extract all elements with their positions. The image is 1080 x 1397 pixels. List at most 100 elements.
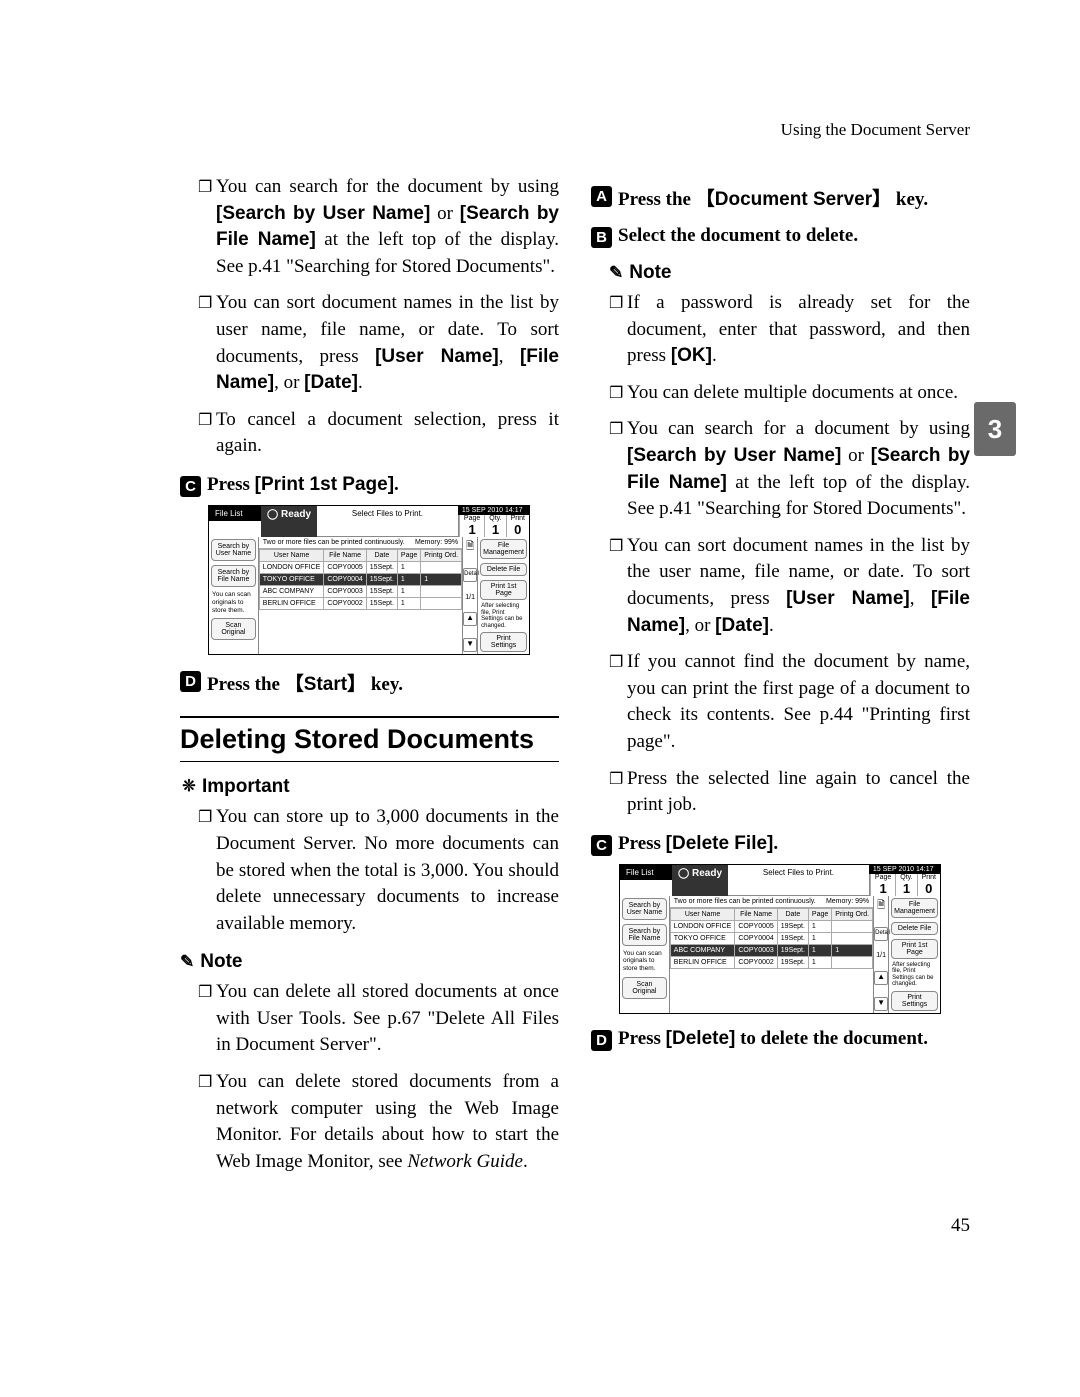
bullet-text: You can sort document names in the list …: [627, 533, 970, 639]
screenshot-delete-file: File List ◯ Ready Select Files to Print.…: [619, 864, 941, 1014]
print-settings-button[interactable]: Print Settings: [891, 991, 938, 1011]
bullet-text: You can search for the document by using…: [216, 174, 559, 280]
delete-file-button[interactable]: Delete File: [891, 922, 938, 935]
bullet-item: ❐ You can sort document names in the lis…: [609, 533, 970, 639]
ss-tab: File List: [209, 506, 261, 521]
chapter-tab: 3: [974, 402, 1016, 456]
square-bullet-icon: ❐: [609, 293, 627, 370]
table-row[interactable]: BERLIN OFFICECOPY000219Sept.1: [670, 956, 872, 968]
scroll-up-icon[interactable]: ▲: [874, 971, 888, 985]
step-a: A Press the Document Server key.: [591, 184, 970, 211]
step-d: D Press [Delete] to delete the document.: [591, 1028, 970, 1051]
bullet-item: ❐ To cancel a document selection, press …: [198, 407, 559, 460]
scan-hint: You can scan originals to store them.: [620, 948, 669, 975]
bullet-text: You can delete multiple documents at onc…: [627, 380, 970, 407]
search-file-name-button[interactable]: Search by File Name: [622, 924, 667, 946]
search-file-name-button[interactable]: Search by File Name: [211, 565, 256, 587]
table-row[interactable]: BERLIN OFFICECOPY000215Sept.1: [259, 597, 461, 609]
bullet-text: You can delete all stored documents at o…: [216, 979, 559, 1059]
square-bullet-icon: ❐: [609, 419, 627, 522]
bullet-item: ❐ If you cannot find the document by nam…: [609, 649, 970, 755]
bullet-item: ❐ If a password is already set for the d…: [609, 290, 970, 370]
bullet-text: To cancel a document selection, press it…: [216, 407, 559, 460]
page-header: Using the Document Server: [180, 120, 970, 140]
page-indicator: 1/1: [465, 594, 475, 601]
print-settings-note: After selecting file, Print Settings can…: [478, 602, 529, 630]
ss-date: 15 SEP 2010 14:17: [458, 506, 529, 515]
step-number-icon: D: [591, 1030, 612, 1051]
page-number: 45: [180, 1215, 970, 1237]
search-user-name-button[interactable]: Search by User Name: [622, 898, 667, 920]
right-column: A Press the Document Server key. B Selec…: [591, 170, 970, 1185]
ss-title: Select Files to Print.: [317, 506, 458, 537]
print-settings-button[interactable]: Print Settings: [480, 632, 527, 652]
square-bullet-icon: ❐: [198, 982, 216, 1059]
bullet-item: ❐ You can store up to 3,000 documents in…: [198, 804, 559, 937]
section-heading: Deleting Stored Documents: [180, 716, 559, 762]
important-heading: ❊Important: [180, 776, 559, 798]
note-icon: ✎: [609, 263, 623, 283]
bullet-item: ❐ You can delete all stored documents at…: [198, 979, 559, 1059]
ready-indicator: ◯ Ready: [261, 506, 317, 537]
bullet-item: ❐ Press the selected line again to cance…: [609, 766, 970, 819]
square-bullet-icon: ❐: [198, 410, 216, 460]
print-1st-page-button[interactable]: Print 1st Page: [480, 580, 527, 600]
table-row[interactable]: ABC COMPANYCOPY000319Sept.11: [670, 944, 872, 956]
bullet-item: ❐ You can delete stored documents from a…: [198, 1069, 559, 1175]
table-row[interactable]: LONDON OFFICECOPY000515Sept.1: [259, 561, 461, 573]
step-number-icon: D: [180, 671, 201, 692]
ready-indicator: ◯ Ready: [672, 865, 728, 896]
bullet-item: ❐ You can search for the document by usi…: [198, 174, 559, 280]
table-row[interactable]: TOKYO OFFICECOPY000415Sept.11: [259, 573, 461, 585]
scroll-down-icon[interactable]: ▼: [463, 638, 477, 652]
print-1st-page-button[interactable]: Print 1st Page: [891, 939, 938, 959]
step-number-icon: C: [180, 476, 201, 497]
step-number-icon: A: [591, 186, 612, 207]
square-bullet-icon: ❐: [198, 1072, 216, 1175]
step-number-icon: B: [591, 227, 612, 248]
scan-original-button[interactable]: Scan Original: [211, 618, 256, 640]
scan-hint: You can scan originals to store them.: [209, 589, 258, 616]
search-user-name-button[interactable]: Search by User Name: [211, 539, 256, 561]
page-indicator: 1/1: [876, 952, 886, 959]
scan-original-button[interactable]: Scan Original: [622, 977, 667, 999]
delete-file-button[interactable]: Delete File: [480, 563, 527, 576]
step-b: B Select the document to delete.: [591, 225, 970, 248]
file-table[interactable]: User NameFile NameDatePagePrintg Ord. LO…: [259, 549, 462, 610]
square-bullet-icon: ❐: [609, 769, 627, 819]
bullet-text: If you cannot find the document by name,…: [627, 649, 970, 755]
important-icon: ❊: [180, 778, 198, 796]
square-bullet-icon: ❐: [198, 177, 216, 280]
print-settings-note: After selecting file, Print Settings can…: [889, 961, 940, 989]
ss-counters: Page1 Qty.1 Print0: [458, 515, 529, 537]
preview-icon: 🗎: [877, 898, 885, 915]
table-row[interactable]: TOKYO OFFICECOPY000419Sept.1: [670, 932, 872, 944]
square-bullet-icon: ❐: [609, 383, 627, 407]
preview-icon: 🗎: [466, 539, 474, 556]
scroll-up-icon[interactable]: ▲: [463, 612, 477, 626]
detail-button[interactable]: Detail: [874, 927, 888, 941]
file-table[interactable]: User NameFile NameDatePagePrintg Ord. LO…: [670, 908, 873, 969]
file-management-button[interactable]: File Management: [891, 898, 938, 918]
square-bullet-icon: ❐: [609, 652, 627, 755]
bullet-item: ❐ You can sort document names in the lis…: [198, 290, 559, 396]
ss-date: 15 SEP 2010 14:17: [869, 865, 940, 874]
left-column: ❐ You can search for the document by usi…: [180, 170, 559, 1185]
scroll-down-icon[interactable]: ▼: [874, 997, 888, 1011]
bullet-text: You can delete stored documents from a n…: [216, 1069, 559, 1175]
ss-counters: Page1 Qty.1 Print0: [869, 874, 940, 896]
table-row[interactable]: LONDON OFFICECOPY000519Sept.1: [670, 920, 872, 932]
ss-tab: File List: [620, 865, 672, 880]
table-row[interactable]: ABC COMPANYCOPY000315Sept.1: [259, 585, 461, 597]
ss-title: Select Files to Print.: [728, 865, 869, 896]
bullet-text: Press the selected line again to cancel …: [627, 766, 970, 819]
detail-button[interactable]: Detail: [463, 568, 477, 582]
file-management-button[interactable]: File Management: [480, 539, 527, 559]
step-d: D Press the Start key.: [180, 669, 559, 696]
bullet-text: If a password is already set for the doc…: [627, 290, 970, 370]
step-c: C Press [Delete File].: [591, 833, 970, 856]
step-c: C Press [Print 1st Page].: [180, 474, 559, 497]
bullet-text: You can search for a document by using […: [627, 416, 970, 522]
step-number-icon: C: [591, 835, 612, 856]
bullet-item: ❐ You can delete multiple documents at o…: [609, 380, 970, 407]
